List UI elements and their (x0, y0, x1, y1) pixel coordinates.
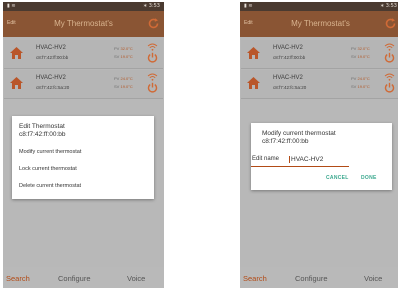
status-bar: ▮ ≋ ∗ 3:53 (240, 2, 398, 11)
sv-value: 19.0°C (357, 54, 370, 59)
wifi-icon (147, 73, 158, 81)
home-icon (247, 77, 260, 89)
home-icon (247, 47, 260, 59)
pv-value: 32.0°C (120, 46, 133, 51)
device-name: HVAC-HV2 (273, 75, 303, 81)
bottom-tab-bar: Search Configure Voice (3, 272, 164, 288)
dialog-subtitle: c8:f7:42:ff:00:bb (262, 138, 309, 145)
sv-value: 19.0°C (120, 54, 133, 59)
pv-label: PV (114, 46, 120, 51)
sv-label: SV (351, 54, 357, 59)
pv-value: 24.0°C (357, 76, 370, 81)
refresh-icon[interactable] (147, 17, 160, 30)
cancel-button[interactable]: CANCEL (326, 175, 349, 181)
bottom-tab-bar: Search Configure Voice (240, 272, 398, 288)
device-row[interactable]: HVAC-HV2 c8:f7:42:fc:5a:20 PV 24.0°C SV … (4, 70, 163, 99)
wifi-icon (384, 73, 395, 81)
dialog-subtitle: c8:f7:42:ff:00:bb (19, 131, 66, 138)
wifi-icon (147, 43, 158, 51)
tab-configure[interactable]: Configure (58, 274, 91, 283)
dialog-title: Modify current thermostat c8:f7:42:ff:00… (262, 130, 336, 146)
sv-label: SV (114, 84, 120, 89)
page-title: My Thermostat's (291, 19, 350, 28)
device-mac: c8:f7:42:fc:5a:20 (273, 85, 307, 90)
status-right: ∗ 3:53 (380, 3, 397, 9)
device-row[interactable]: HVAC-HV2 c8:f7:42:fc:5a:20 PV 24.0°C SV … (241, 70, 398, 99)
power-icon[interactable] (147, 82, 158, 93)
title-bar: Edit My Thermostat's (240, 11, 398, 37)
dialog-heading: Edit Thermostat (19, 123, 65, 130)
dialog-title: Edit Thermostat c8:f7:42:ff:00:bb (19, 123, 66, 139)
refresh-icon[interactable] (384, 17, 397, 30)
sv-reading: SV 19.0°C (114, 84, 133, 89)
pv-reading: PV 32.0°C (351, 46, 370, 51)
dialog-heading: Modify current thermostat (262, 130, 336, 137)
pv-value: 24.0°C (120, 76, 133, 81)
modify-thermostat-option[interactable]: Modify current thermostat (19, 149, 81, 155)
pv-reading: PV 32.0°C (114, 46, 133, 51)
power-icon[interactable] (384, 82, 395, 93)
device-name: HVAC-HV2 (36, 75, 66, 81)
wifi-icon (384, 43, 395, 51)
sv-value: 19.0°C (120, 84, 133, 89)
delete-thermostat-option[interactable]: Delete current thermostat (19, 183, 81, 189)
page-title: My Thermostat's (54, 19, 113, 28)
device-name: HVAC-HV2 (36, 45, 66, 51)
device-mac: c8:f7:42:fc:5a:20 (36, 85, 70, 90)
power-icon[interactable] (147, 52, 158, 63)
status-clock: ∗ 3:53 (379, 3, 397, 9)
status-clock: ∗ 3:53 (142, 3, 160, 9)
tab-configure[interactable]: Configure (295, 274, 328, 283)
home-icon (10, 47, 23, 59)
input-underline (251, 166, 349, 167)
pv-label: PV (351, 76, 357, 81)
tab-search[interactable]: Search (243, 274, 267, 283)
pv-label: PV (351, 46, 357, 51)
sv-reading: SV 19.0°C (114, 54, 133, 59)
device-mac: c8:f7:42:ff:00:bb (36, 55, 69, 60)
tab-voice[interactable]: Voice (127, 274, 145, 283)
sv-reading: SV 19.0°C (351, 84, 370, 89)
edit-thermostat-dialog: Edit Thermostat c8:f7:42:ff:00:bb Modify… (12, 116, 154, 199)
sv-value: 19.0°C (357, 84, 370, 89)
left-phone-screen: ▮ ≋ ∗ 3:53 Edit My Thermostat's HVAC-HV2… (3, 2, 164, 288)
home-icon (10, 77, 23, 89)
pv-reading: PV 24.0°C (114, 76, 133, 81)
pv-label: PV (114, 76, 120, 81)
right-phone-screen: ▮ ≋ ∗ 3:53 Edit My Thermostat's HVAC-HV2… (240, 2, 398, 288)
status-left: ▮ ≋ (244, 3, 253, 9)
tab-search[interactable]: Search (6, 274, 30, 283)
modify-thermostat-dialog: Modify current thermostat c8:f7:42:ff:00… (251, 123, 392, 190)
device-row[interactable]: HVAC-HV2 c8:f7:42:ff:00:bb PV 32.0°C SV … (241, 40, 398, 69)
title-bar: Edit My Thermostat's (3, 11, 164, 37)
name-input[interactable]: HVAC-HV2 (289, 156, 323, 163)
pv-value: 32.0°C (357, 46, 370, 51)
device-name: HVAC-HV2 (273, 45, 303, 51)
status-right: ∗ 3:53 (143, 3, 160, 9)
pv-reading: PV 24.0°C (351, 76, 370, 81)
sv-reading: SV 19.0°C (351, 54, 370, 59)
edit-name-label: Edit name (252, 156, 280, 162)
sv-label: SV (114, 54, 120, 59)
tab-voice[interactable]: Voice (364, 274, 382, 283)
device-row[interactable]: HVAC-HV2 c8:f7:42:ff:00:bb PV 32.0°C SV … (4, 40, 163, 69)
sv-label: SV (351, 84, 357, 89)
lock-thermostat-option[interactable]: Lock current thermostat (19, 166, 77, 172)
status-left: ▮ ≋ (7, 3, 16, 9)
done-button[interactable]: DONE (361, 175, 377, 181)
status-bar: ▮ ≋ ∗ 3:53 (3, 2, 164, 11)
device-mac: c8:f7:42:ff:00:bb (273, 55, 306, 60)
power-icon[interactable] (384, 52, 395, 63)
